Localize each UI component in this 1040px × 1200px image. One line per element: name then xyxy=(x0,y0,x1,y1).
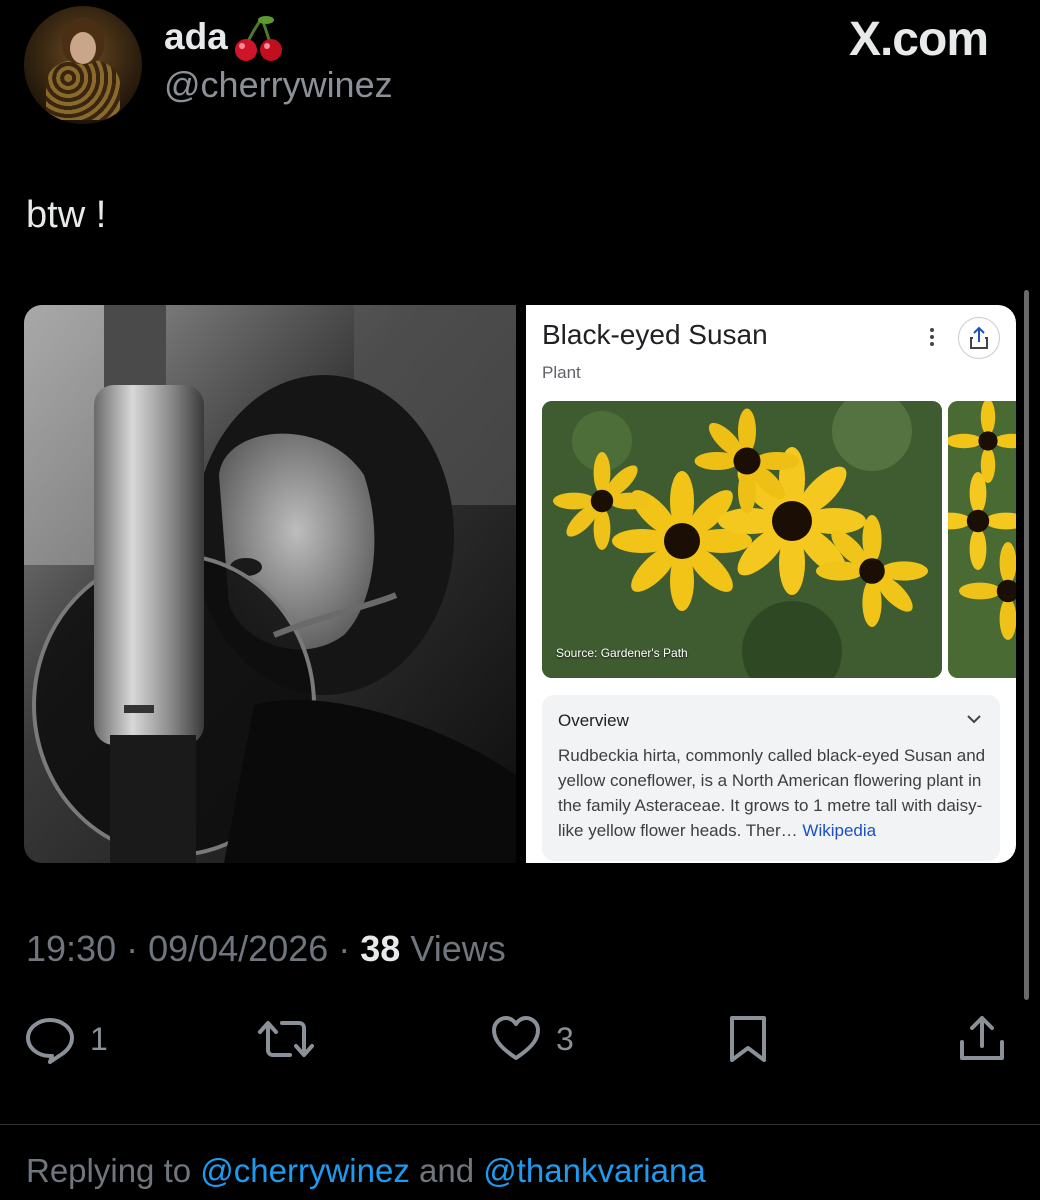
chevron-down-icon[interactable] xyxy=(964,709,984,729)
avatar-coat xyxy=(46,60,120,120)
x-com-watermark: X.com xyxy=(848,13,989,66)
handle[interactable]: @cherrywinez xyxy=(164,64,393,106)
divider xyxy=(0,1124,1040,1125)
views-count: 38 xyxy=(360,928,401,969)
cherry-icon xyxy=(235,16,282,61)
tweet-meta: 19:30 · 09/04/2026 · 38 Views xyxy=(26,928,506,970)
scrollbar[interactable] xyxy=(1024,290,1029,1000)
avatar[interactable] xyxy=(24,6,142,124)
reply-icon xyxy=(26,1018,74,1064)
replying-to: Replying to @cherrywinez and @thankvaria… xyxy=(26,1152,706,1190)
share-upload-icon xyxy=(960,1016,1004,1060)
kebab-menu-icon[interactable] xyxy=(922,325,942,349)
avatar-face xyxy=(70,32,96,64)
reply-count: 1 xyxy=(90,1020,108,1057)
repost-button[interactable] xyxy=(256,1014,316,1064)
overview-text: Rudbeckia hirta, commonly called black-e… xyxy=(558,743,990,843)
card-subtitle: Plant xyxy=(542,363,581,382)
repost-icon xyxy=(258,1021,314,1057)
share-icon xyxy=(970,326,988,349)
meta-separator: · xyxy=(116,928,149,969)
views-label: Views xyxy=(400,928,506,969)
studio-photo[interactable] xyxy=(24,305,516,863)
share-post-button[interactable] xyxy=(956,1014,1008,1064)
like-button[interactable]: 3 xyxy=(490,1014,574,1064)
display-name[interactable]: ada xyxy=(164,16,228,58)
flower-photo-main[interactable]: Source: Gardener's Path xyxy=(542,401,942,678)
overview-title: Overview xyxy=(558,711,629,730)
studio-photo-illustration xyxy=(24,305,516,863)
card-title: Black-eyed Susan xyxy=(542,319,768,350)
heart-icon xyxy=(492,1016,540,1060)
bookmark-button[interactable] xyxy=(722,1014,774,1064)
knowledge-card[interactable]: Black-eyed Susan Plant Source: Gardener'… xyxy=(526,305,1016,863)
reply-button[interactable]: 1 xyxy=(24,1014,108,1064)
replying-to-prefix: Replying to xyxy=(26,1152,201,1189)
mention-link-2[interactable]: @thankvariana xyxy=(483,1152,705,1189)
flower-photo-secondary[interactable] xyxy=(948,401,1016,678)
replying-to-joiner: and xyxy=(409,1152,484,1189)
wikipedia-link[interactable]: Wikipedia xyxy=(802,821,876,840)
tweet-text: btw ! xyxy=(26,194,107,236)
image-source: Source: Gardener's Path xyxy=(556,646,688,660)
flower-side-illustration xyxy=(948,401,1016,678)
share-button[interactable] xyxy=(958,317,1000,359)
like-count: 3 xyxy=(556,1020,574,1057)
flower-illustration xyxy=(542,401,942,678)
mention-link-1[interactable]: @cherrywinez xyxy=(200,1152,410,1189)
tweet-date[interactable]: 09/04/2026 xyxy=(148,928,328,969)
bookmark-icon xyxy=(730,1016,766,1062)
tweet-time[interactable]: 19:30 xyxy=(26,928,116,969)
overview-panel[interactable]: Overview Rudbeckia hirta, commonly calle… xyxy=(542,695,1000,861)
overview-body: Rudbeckia hirta, commonly called black-e… xyxy=(558,746,986,840)
meta-separator: · xyxy=(328,928,361,969)
